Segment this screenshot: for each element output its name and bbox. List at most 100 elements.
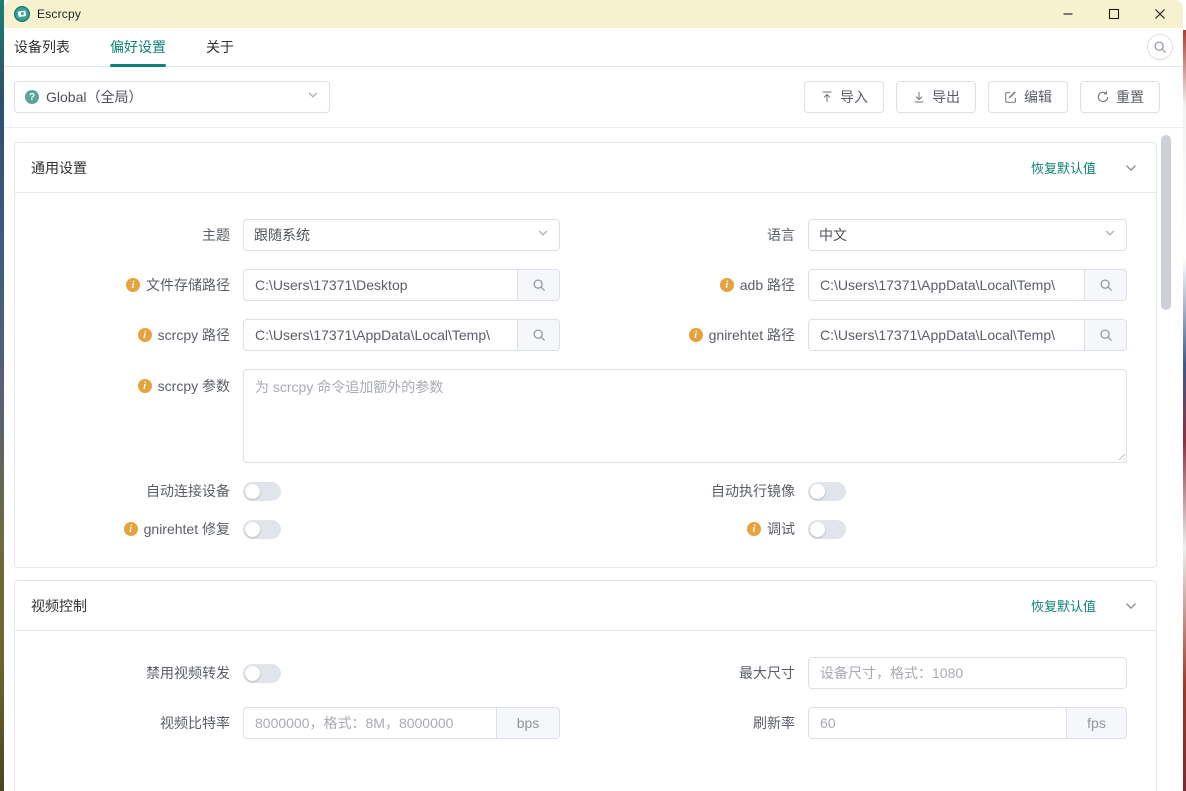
gnirehtet-path-browse-button[interactable] <box>1084 320 1126 350</box>
theme-label-cell: 主题 <box>15 225 243 245</box>
vertical-scrollbar[interactable] <box>1161 135 1171 310</box>
disable-video-toggle[interactable] <box>243 664 281 683</box>
file-path-label-cell: i 文件存储路径 <box>15 275 243 295</box>
scrcpy-args-textarea[interactable] <box>243 369 1127 463</box>
gnirehtet-path-input[interactable] <box>809 320 1084 350</box>
search-icon <box>1099 278 1113 292</box>
toggle-knob <box>810 484 825 499</box>
chevron-down-icon <box>1104 226 1116 244</box>
auto-mirror-toggle[interactable] <box>808 482 846 501</box>
file-path-field <box>243 269 560 301</box>
gnirehtet-fix-cell <box>243 520 560 539</box>
toggle-knob <box>245 484 260 499</box>
tab-about[interactable]: 关于 <box>206 28 234 66</box>
scrcpy-args-label-cell: i scrcpy 参数 <box>15 376 243 396</box>
toggle-knob <box>245 522 260 537</box>
gnirehtet-fix-toggle[interactable] <box>243 520 281 539</box>
search-icon <box>1099 328 1113 342</box>
adb-path-label: adb 路径 <box>740 275 795 295</box>
general-settings-title: 通用设置 <box>31 158 87 178</box>
bitrate-label: 视频比特率 <box>160 713 230 733</box>
auto-connect-cell <box>243 482 560 501</box>
file-path-browse-button[interactable] <box>517 270 559 300</box>
debug-label-cell: i 调试 <box>560 519 808 539</box>
info-icon: i <box>126 278 140 292</box>
tab-device-list-label: 设备列表 <box>14 37 70 57</box>
export-button[interactable]: 导出 <box>896 81 976 113</box>
search-button[interactable] <box>1147 34 1173 60</box>
file-path-input[interactable] <box>244 270 517 300</box>
close-button[interactable] <box>1137 0 1183 28</box>
adb-path-label-cell: i adb 路径 <box>560 275 808 295</box>
video-restore-defaults-link[interactable]: 恢复默认值 <box>1031 596 1096 615</box>
app-window: Escrcpy 设备列表 偏好设置 关于 ? <box>4 0 1183 791</box>
refresh-rate-input[interactable] <box>809 708 1066 738</box>
general-settings-header: 通用设置 恢复默认值 <box>15 143 1156 193</box>
disable-video-cell <box>243 664 560 683</box>
tab-preferences[interactable]: 偏好设置 <box>110 28 166 66</box>
adb-path-field <box>808 269 1127 301</box>
info-icon: i <box>138 379 152 393</box>
info-icon: i <box>689 328 703 342</box>
auto-mirror-label-cell: 自动执行镜像 <box>560 481 808 501</box>
scrcpy-args-label: scrcpy 参数 <box>158 376 230 396</box>
chevron-down-icon <box>307 88 319 106</box>
tab-device-list[interactable]: 设备列表 <box>14 28 70 66</box>
reset-button[interactable]: 重置 <box>1080 81 1160 113</box>
preferences-toolbar: ? Global（全局） 导入 导出 编辑 重置 <box>4 67 1183 128</box>
download-icon <box>912 90 926 104</box>
edit-button[interactable]: 编辑 <box>988 81 1068 113</box>
bitrate-unit: bps <box>496 708 559 738</box>
scope-select[interactable]: ? Global（全局） <box>14 81 330 113</box>
auto-mirror-cell <box>808 482 1127 501</box>
gnirehtet-fix-label-cell: i gnirehtet 修复 <box>15 519 243 539</box>
general-settings-card: 通用设置 恢复默认值 主题 跟随系统 <box>14 142 1157 568</box>
debug-toggle[interactable] <box>808 520 846 539</box>
video-collapse-chevron-icon[interactable] <box>1124 599 1138 613</box>
scrcpy-path-input[interactable] <box>244 320 517 350</box>
import-button-label: 导入 <box>840 87 868 107</box>
adb-path-browse-button[interactable] <box>1084 270 1126 300</box>
theme-select-value: 跟随系统 <box>254 225 310 245</box>
question-icon: ? <box>25 90 39 104</box>
adb-path-input[interactable] <box>809 270 1084 300</box>
import-button[interactable]: 导入 <box>804 81 884 113</box>
bitrate-field: bps <box>243 707 560 739</box>
general-restore-defaults-link[interactable]: 恢复默认值 <box>1031 158 1096 177</box>
gnirehtet-path-field <box>808 319 1127 351</box>
max-size-label-cell: 最大尺寸 <box>560 663 808 683</box>
max-size-input[interactable] <box>809 658 1126 688</box>
search-icon <box>1153 40 1167 54</box>
maximize-button[interactable] <box>1091 0 1137 28</box>
video-control-header: 视频控制 恢复默认值 <box>15 581 1156 631</box>
minimize-button[interactable] <box>1045 0 1091 28</box>
language-select[interactable]: 中文 <box>808 219 1127 251</box>
edit-button-label: 编辑 <box>1024 87 1052 107</box>
disable-video-label-cell: 禁用视频转发 <box>15 663 243 683</box>
auto-connect-toggle[interactable] <box>243 482 281 501</box>
bitrate-input[interactable] <box>244 708 496 738</box>
info-icon: i <box>720 278 734 292</box>
tab-about-label: 关于 <box>206 37 234 57</box>
preferences-content: 通用设置 恢复默认值 主题 跟随系统 <box>4 128 1183 791</box>
language-select-value: 中文 <box>819 225 847 245</box>
toggle-knob <box>245 666 260 681</box>
edit-icon <box>1004 90 1018 104</box>
general-collapse-chevron-icon[interactable] <box>1124 161 1138 175</box>
theme-select[interactable]: 跟随系统 <box>243 219 560 251</box>
scrcpy-path-browse-button[interactable] <box>517 320 559 350</box>
gnirehtet-fix-label: gnirehtet 修复 <box>144 519 230 539</box>
refresh-rate-field: fps <box>808 707 1127 739</box>
info-icon: i <box>124 522 138 536</box>
refresh-icon <box>1096 90 1110 104</box>
auto-mirror-label: 自动执行镜像 <box>711 481 795 501</box>
export-button-label: 导出 <box>932 87 960 107</box>
debug-label: 调试 <box>767 519 795 539</box>
file-path-label: 文件存储路径 <box>146 275 230 295</box>
refresh-rate-unit: fps <box>1066 708 1126 738</box>
app-icon <box>14 6 30 22</box>
auto-connect-label-cell: 自动连接设备 <box>15 481 243 501</box>
search-icon <box>532 278 546 292</box>
reset-button-label: 重置 <box>1116 87 1144 107</box>
max-size-field <box>808 657 1127 689</box>
